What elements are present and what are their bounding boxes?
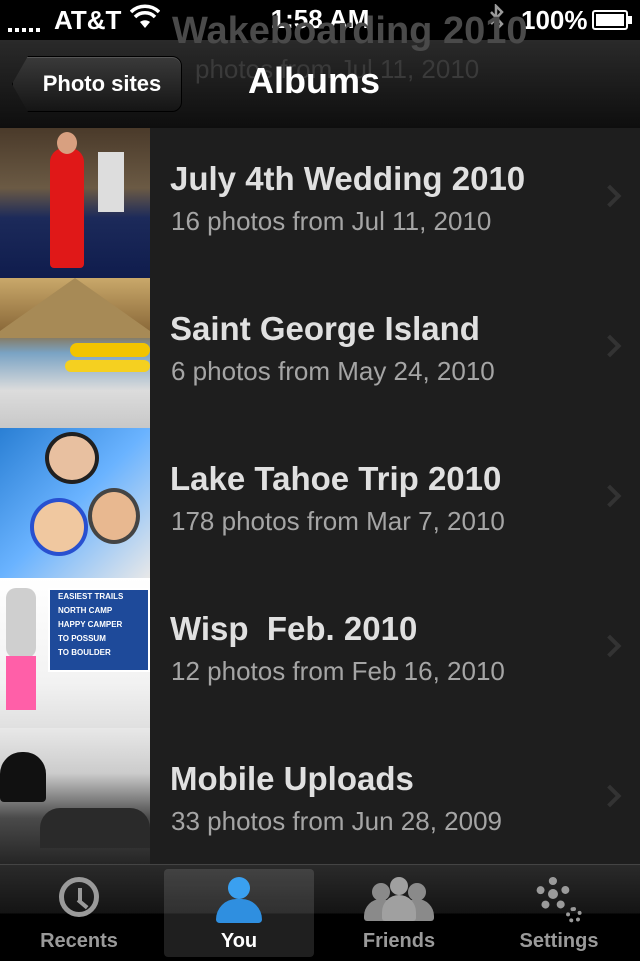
album-thumbnail: EASIEST TRAILS NORTH CAMP HAPPY CAMPER T… — [0, 578, 150, 728]
chevron-right-icon — [598, 784, 622, 808]
sign-line: TO POSSUM — [58, 634, 106, 643]
album-row[interactable]: Mobile Uploads 33 photos from Jun 28, 20… — [0, 728, 640, 864]
sign-line: EASIEST TRAILS — [58, 592, 124, 601]
back-button-label: Photo sites — [42, 71, 162, 96]
battery-percentage: 100% — [521, 5, 588, 35]
tab-label: Friends — [362, 930, 436, 952]
album-thumbnail — [0, 128, 150, 278]
album-title: Lake Tahoe Trip 2010 — [170, 460, 502, 497]
album-subtitle: 178 photos from Mar 7, 2010 — [171, 506, 505, 536]
chevron-right-icon — [598, 334, 622, 358]
transition-ghost-title: Wakeboarding 2010 — [172, 10, 528, 52]
tab-you[interactable]: You — [164, 869, 314, 957]
tab-settings[interactable]: Settings — [484, 869, 634, 957]
clock-icon — [59, 877, 99, 917]
sign-line: TO BOULDER — [58, 648, 111, 657]
album-subtitle: 6 photos from May 24, 2010 — [171, 356, 495, 386]
tab-bar: Recents You Friends Settings — [0, 864, 640, 961]
album-row[interactable]: Saint George Island 6 photos from May 24… — [0, 278, 640, 429]
album-subtitle: 12 photos from Feb 16, 2010 — [171, 656, 505, 686]
album-row[interactable]: Lake Tahoe Trip 2010 178 photos from Mar… — [0, 428, 640, 579]
album-title: Saint George Island — [170, 310, 480, 347]
album-subtitle: 16 photos from Jul 11, 2010 — [171, 206, 492, 236]
tab-recents[interactable]: Recents — [4, 869, 154, 957]
page-title: Albums — [248, 60, 381, 101]
album-title: Mobile Uploads — [170, 760, 414, 797]
chevron-right-icon — [598, 184, 622, 208]
navigation-bar: Wakeboarding 2010 photos from Jul 11, 20… — [0, 10, 640, 129]
album-row[interactable]: July 4th Wedding 2010 16 photos from Jul… — [0, 128, 640, 279]
sign-line: HAPPY CAMPER — [58, 620, 123, 629]
sign-line: NORTH CAMP — [58, 606, 113, 615]
album-subtitle: 33 photos from Jun 28, 2009 — [171, 806, 503, 836]
tab-label: Recents — [40, 930, 118, 952]
album-title: Wisp Feb. 2010 — [170, 610, 418, 647]
album-thumbnail — [0, 428, 150, 578]
album-row[interactable]: EASIEST TRAILS NORTH CAMP HAPPY CAMPER T… — [0, 578, 640, 729]
album-list[interactable]: July 4th Wedding 2010 16 photos from Jul… — [0, 128, 640, 864]
album-title: July 4th Wedding 2010 — [170, 160, 526, 197]
tab-label: You — [220, 930, 258, 952]
person-icon — [214, 877, 264, 923]
back-button[interactable]: Photo sites — [12, 56, 182, 112]
album-thumbnail — [0, 278, 150, 428]
album-thumbnail — [0, 728, 150, 864]
people-icon — [364, 877, 434, 921]
battery-icon — [592, 10, 632, 30]
chevron-right-icon — [598, 634, 622, 658]
tab-friends[interactable]: Friends — [324, 869, 474, 957]
tab-label: Settings — [519, 930, 599, 952]
trail-sign: EASIEST TRAILS NORTH CAMP HAPPY CAMPER T… — [48, 588, 150, 672]
gear-icon — [536, 877, 582, 923]
chevron-right-icon — [598, 484, 622, 508]
